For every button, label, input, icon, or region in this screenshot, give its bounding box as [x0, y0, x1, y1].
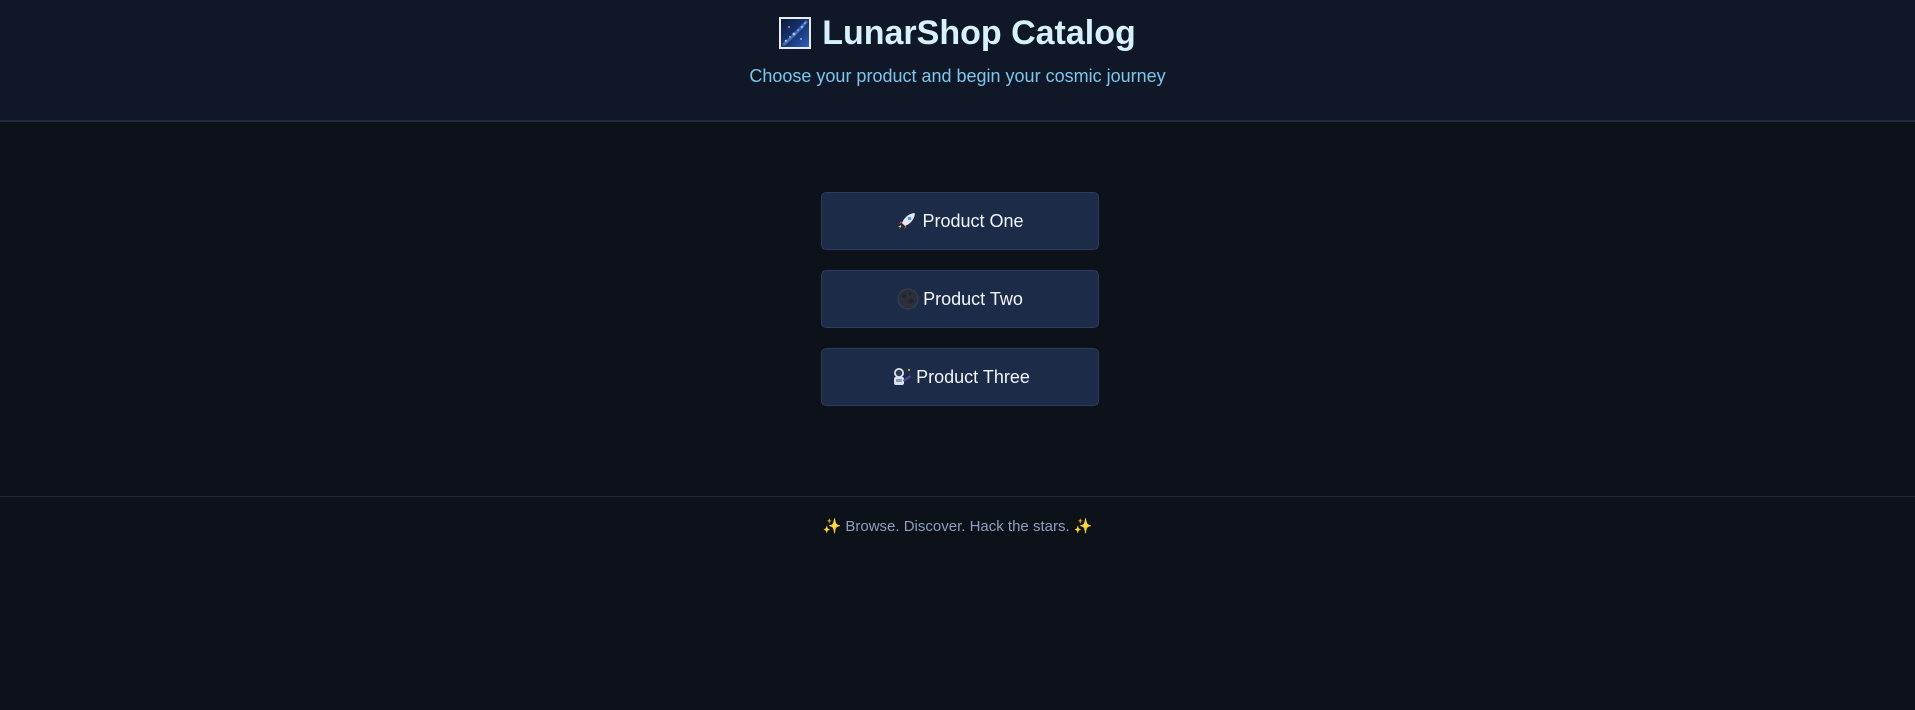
product-one-label: Product One — [922, 210, 1024, 231]
page-header: LunarShop Catalog Choose your product an… — [0, 0, 1915, 122]
new-moon-icon — [897, 288, 919, 310]
product-three-button[interactable]: Product Three — [821, 348, 1099, 406]
page-subtitle: Choose your product and begin your cosmi… — [749, 66, 1166, 86]
product-two-button[interactable]: Product Two — [821, 270, 1099, 328]
page-title: LunarShop Catalog — [822, 14, 1136, 52]
product-three-label: Product Three — [916, 366, 1030, 387]
page-footer: ✨ Browse. Discover. Hack the stars. ✨ — [0, 496, 1915, 535]
sparkles-icon: ✨ — [822, 518, 842, 535]
product-two-label: Product Two — [923, 288, 1023, 309]
product-one-button[interactable]: Product One — [821, 192, 1099, 250]
milky-way-icon — [779, 17, 812, 49]
page-title-row: LunarShop Catalog — [779, 0, 1136, 52]
product-list: Product One Product Two Product Three — [821, 192, 1099, 426]
sparkles-icon: ✨ — [1073, 518, 1093, 535]
astronaut-icon — [890, 366, 912, 388]
rocket-icon — [896, 210, 918, 232]
footer-text: Browse. Discover. Hack the stars. — [845, 518, 1070, 535]
main-content: Product One Product Two Product Three — [0, 122, 1915, 496]
